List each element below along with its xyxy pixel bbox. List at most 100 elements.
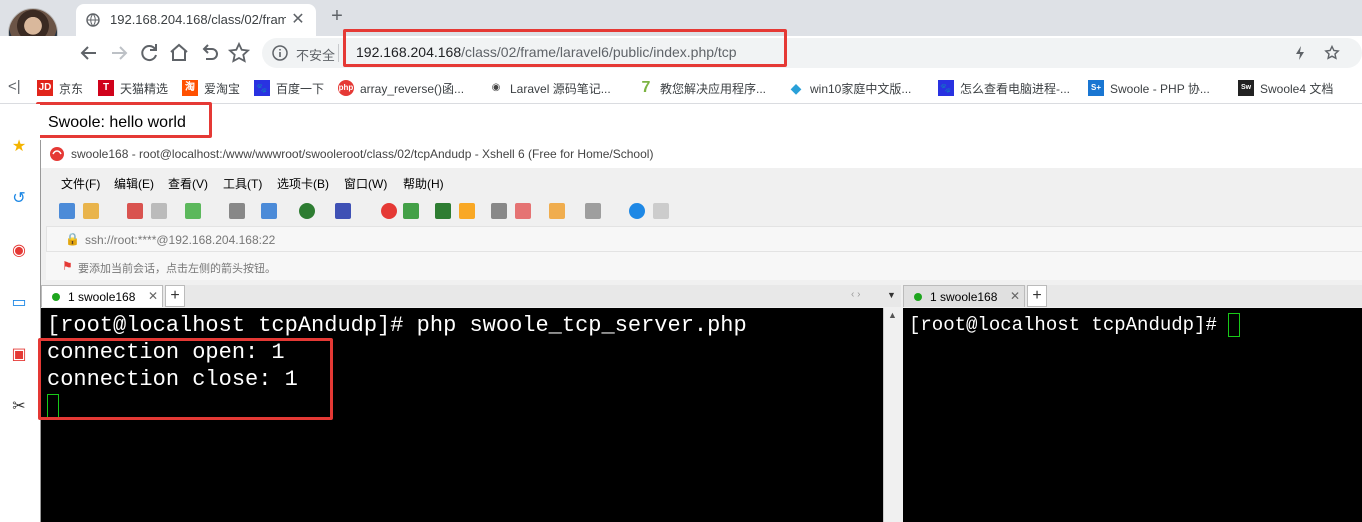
- history-icon[interactable]: ↺: [8, 188, 30, 210]
- bookmark-item[interactable]: JD 京东: [37, 79, 83, 97]
- chat-icon[interactable]: [653, 203, 669, 219]
- font-icon[interactable]: [335, 203, 351, 219]
- swoole-icon: S+: [1088, 80, 1104, 96]
- bookmark-item[interactable]: 淘爱淘宝: [182, 79, 240, 97]
- tab-close-icon[interactable]: ✕: [288, 9, 308, 29]
- terminal-scrollbar[interactable]: ▲: [883, 308, 901, 522]
- menu-tabs[interactable]: 选项卡(B): [277, 175, 329, 192]
- new-session-icon[interactable]: [59, 203, 75, 219]
- tab-close-icon[interactable]: ✕: [1010, 289, 1020, 303]
- baidu-icon: 🐾: [938, 80, 954, 96]
- left-pane-tabbar: 1 swoole168 ✕ + ‹ › ▼: [41, 285, 901, 307]
- reload-icon[interactable]: [137, 41, 161, 65]
- forward-icon[interactable]: [107, 41, 131, 65]
- swoole-doc-icon: Sw: [1238, 80, 1254, 96]
- open-folder-icon[interactable]: [83, 203, 99, 219]
- bookmark-item[interactable]: 7 教您解决应用程序...: [638, 79, 766, 97]
- undo-icon[interactable]: [197, 41, 221, 65]
- menu-file[interactable]: 文件(F): [61, 175, 100, 192]
- terminal-line: [root@localhost tcpAndudp]# php swoole_t…: [47, 313, 747, 338]
- connect-icon[interactable]: [127, 203, 143, 219]
- menu-tools[interactable]: 工具(T): [223, 175, 262, 192]
- url-annotation-box: [343, 29, 787, 67]
- terminal-right[interactable]: [root@localhost tcpAndudp]#: [903, 308, 1362, 522]
- session-hint-text: 要添加当前会话，点击左侧的箭头按钮。: [78, 263, 276, 275]
- highlight-icon[interactable]: [515, 203, 531, 219]
- help-icon[interactable]: [629, 203, 645, 219]
- home-icon[interactable]: [167, 41, 191, 65]
- properties-icon[interactable]: [185, 203, 201, 219]
- keyboard-icon[interactable]: [491, 203, 507, 219]
- tab-scroll-arrows-icon[interactable]: ‹ ›: [851, 289, 860, 300]
- apps-chevron-icon[interactable]: <|: [8, 78, 21, 95]
- weibo-icon[interactable]: ◉: [8, 240, 30, 262]
- bookmark-item[interactable]: 🐾 怎么查看电脑进程-...: [938, 79, 1070, 97]
- scroll-up-icon[interactable]: ▲: [888, 310, 897, 320]
- bookmark-item[interactable]: T 天猫精选: [98, 79, 168, 97]
- pdf-icon[interactable]: ▣: [8, 344, 30, 366]
- session-tab-right[interactable]: 1 swoole168 ✕: [903, 285, 1025, 307]
- bookmark-label: array_reverse()函...: [360, 81, 465, 96]
- bookmark-item[interactable]: ◆ win10家庭中文版...: [788, 79, 911, 97]
- extension-icon[interactable]: [1292, 45, 1308, 61]
- search-icon[interactable]: [229, 203, 245, 219]
- xshell-window-title: swoole168 - root@localhost:/www/wwwroot/…: [71, 147, 654, 161]
- add-tab-button[interactable]: +: [165, 285, 185, 307]
- tab-menu-icon[interactable]: ▼: [887, 290, 896, 300]
- bookmarks-bar: <| JD 京东 T 天猫精选 淘爱淘宝 🐾 百度一下 php array_revers…: [0, 70, 1362, 104]
- session-tab-left[interactable]: 1 swoole168 ✕: [41, 285, 163, 307]
- bookmark-arrow-icon[interactable]: ⚑: [62, 259, 73, 273]
- bookmark-item[interactable]: S+ Swoole - PHP 协...: [1088, 79, 1210, 97]
- xshell-logo-icon: [50, 147, 64, 161]
- xftp-icon[interactable]: [403, 203, 419, 219]
- session-address[interactable]: ssh://root:****@192.168.204.168:22: [85, 233, 275, 247]
- bookmark-label: 百度一下: [276, 81, 325, 96]
- browser-tab[interactable]: 192.168.204.168/class/02/fram ✕: [76, 4, 316, 36]
- xshell-icon[interactable]: [381, 203, 397, 219]
- star-icon[interactable]: [227, 41, 251, 65]
- session-tab-label: 1 swoole168: [930, 290, 998, 304]
- menu-window[interactable]: 窗口(W): [344, 175, 387, 192]
- bookmark-item[interactable]: 🐾 百度一下: [254, 79, 324, 97]
- xshell-menubar: 文件(F) 编辑(E) 查看(V) 工具(T) 选项卡(B) 窗口(W) 帮助(…: [41, 168, 1362, 196]
- menu-view[interactable]: 查看(V): [168, 175, 208, 192]
- xshell-titlebar: swoole168 - root@localhost:/www/wwwroot/…: [41, 140, 1362, 168]
- bookmark-star-icon[interactable]: [1324, 45, 1340, 61]
- tmall-icon: T: [98, 80, 114, 96]
- bookmark-label: 教您解决应用程序...: [660, 81, 767, 96]
- favorite-star-icon[interactable]: ★: [8, 136, 30, 158]
- scissors-icon[interactable]: ✂: [8, 396, 30, 418]
- add-tab-icon[interactable]: [549, 203, 565, 219]
- lock-icon[interactable]: [459, 203, 475, 219]
- tab-close-icon[interactable]: ✕: [148, 289, 158, 303]
- globe-icon[interactable]: [299, 203, 315, 219]
- session-address-bar[interactable]: 🔒 ssh://root:****@192.168.204.168:22: [46, 226, 1362, 252]
- disconnect-icon[interactable]: [151, 203, 167, 219]
- bookmark-label: win10家庭中文版...: [810, 81, 912, 96]
- layout-icon[interactable]: [585, 203, 601, 219]
- session-tab-label: 1 swoole168: [68, 290, 136, 304]
- fullscreen-icon[interactable]: [435, 203, 451, 219]
- terminal-prompt-line: [root@localhost tcpAndudp]#: [909, 312, 1357, 339]
- diamond-icon: ◆: [788, 80, 804, 96]
- bookmark-label: 京东: [59, 81, 84, 96]
- php-icon: php: [338, 80, 354, 96]
- info-icon[interactable]: [272, 45, 288, 61]
- bookmark-item[interactable]: ◉ Laravel 源码笔记...: [488, 79, 611, 97]
- globe-icon: [86, 13, 100, 27]
- menu-edit[interactable]: 编辑(E): [114, 175, 154, 192]
- transfer-icon[interactable]: [261, 203, 277, 219]
- bookmark-item[interactable]: php array_reverse()函...: [338, 79, 464, 97]
- new-tab-button[interactable]: +: [326, 5, 348, 27]
- omnibox-divider: [338, 44, 339, 62]
- xshell-toolbar: [41, 196, 1362, 226]
- card-icon[interactable]: ▭: [8, 292, 30, 314]
- back-icon[interactable]: [77, 41, 101, 65]
- security-label[interactable]: 不安全: [296, 45, 335, 64]
- status-dot-icon: [52, 293, 60, 301]
- add-tab-button[interactable]: +: [1027, 285, 1047, 307]
- right-pane-tabbar: 1 swoole168 ✕ +: [903, 285, 1362, 307]
- bookmark-label: Swoole - PHP 协...: [1110, 81, 1210, 96]
- menu-help[interactable]: 帮助(H): [403, 175, 444, 192]
- bookmark-item[interactable]: Sw Swoole4 文档: [1238, 79, 1333, 97]
